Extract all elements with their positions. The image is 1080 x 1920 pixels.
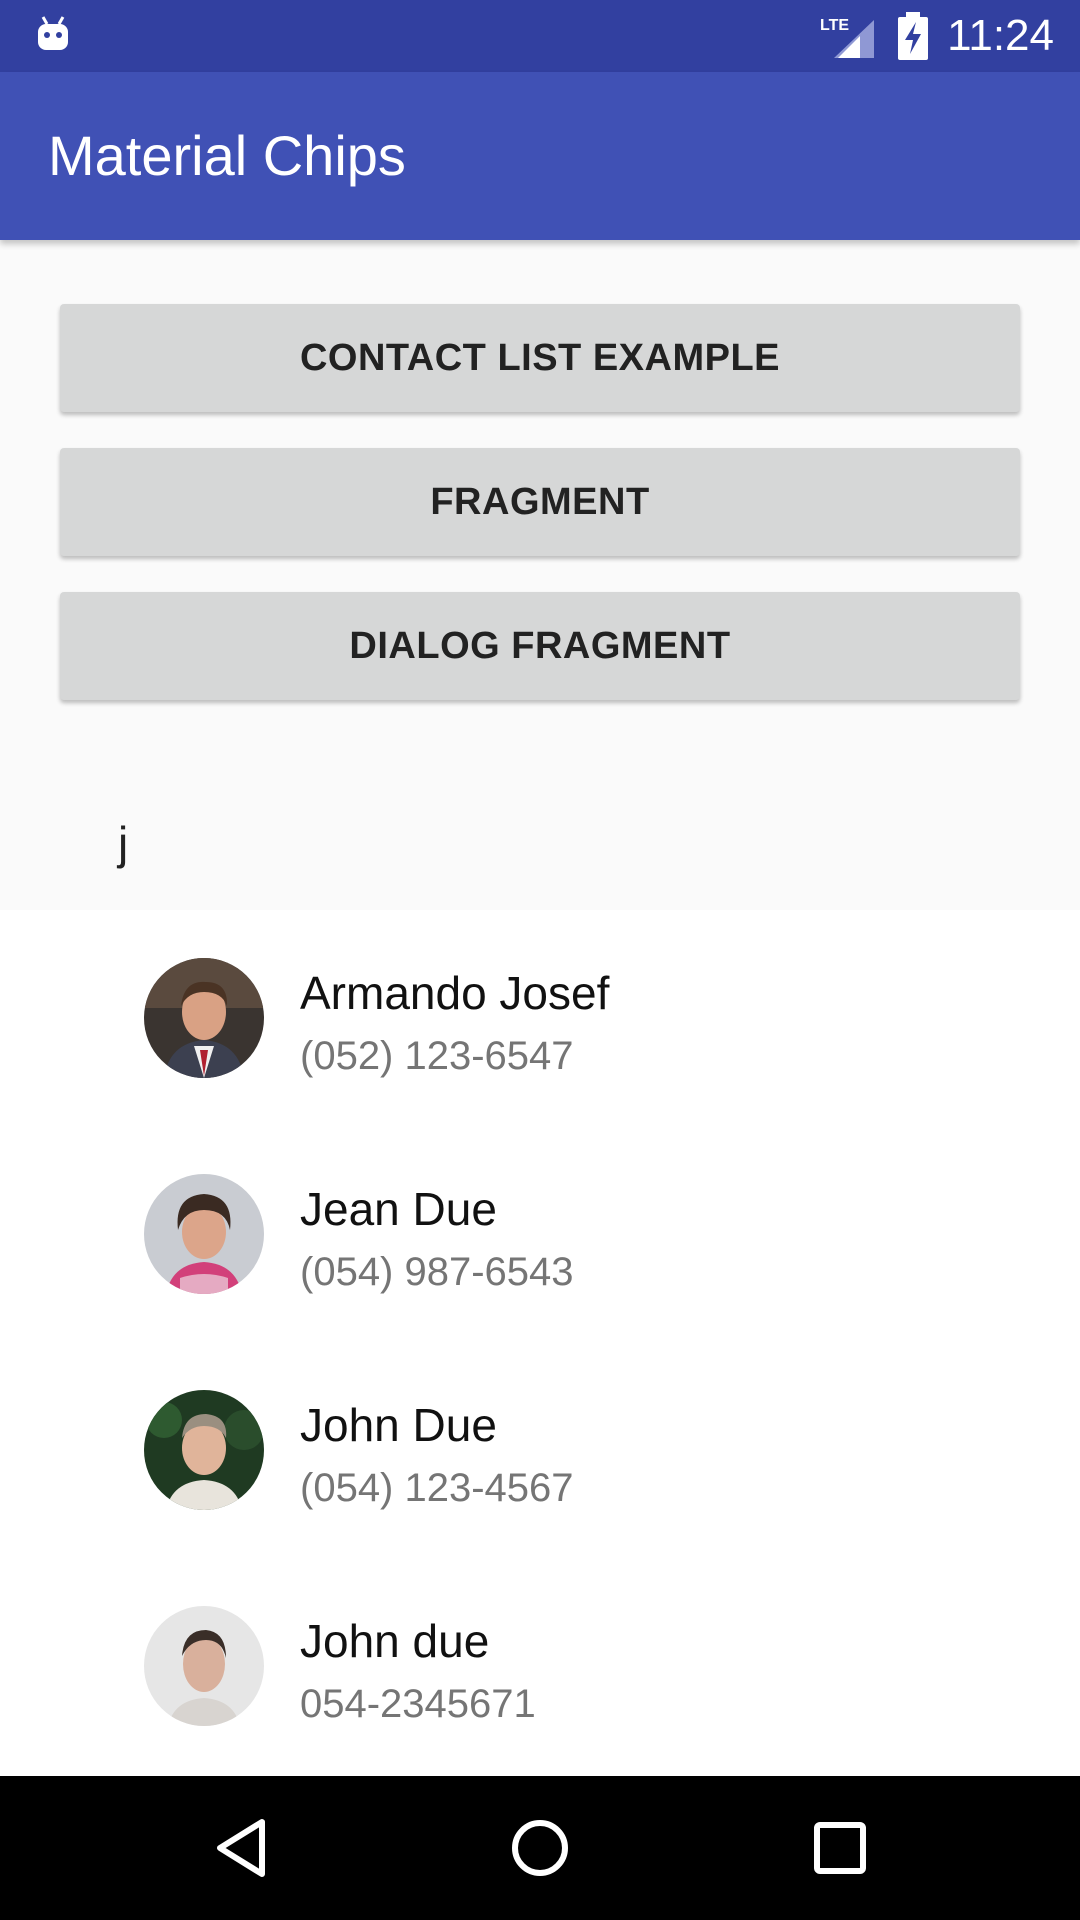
contact-name: Armando Josef <box>300 967 610 1019</box>
chips-input[interactable]: j <box>118 816 128 870</box>
contact-item[interactable]: John due 054-2345671 <box>0 1558 1080 1774</box>
avatar <box>144 958 264 1078</box>
recents-icon[interactable] <box>804 1812 876 1884</box>
app-title: Material Chips <box>48 124 406 187</box>
avatar <box>144 1174 264 1294</box>
contact-item[interactable]: Jean Due (054) 987-6543 <box>0 1126 1080 1342</box>
dialog-fragment-button[interactable]: DIALOG FRAGMENT <box>60 592 1020 700</box>
navigation-bar <box>0 1776 1080 1920</box>
contact-phone: (052) 123-6547 <box>300 1034 574 1078</box>
lte-signal-icon: LTE <box>820 17 874 58</box>
contact-suggestions-dropdown: Armando Josef (052) 123-6547 Jean Due (0… <box>0 910 1080 1776</box>
avatar <box>144 1390 264 1510</box>
contact-item[interactable]: John Due (054) 123-4567 <box>0 1342 1080 1558</box>
svg-text:LTE: LTE <box>820 17 849 34</box>
contact-list-example-button[interactable]: CONTACT LIST EXAMPLE <box>60 304 1020 412</box>
contact-phone: 054-2345671 <box>300 1682 536 1726</box>
contact-name: John due <box>300 1615 490 1667</box>
home-icon[interactable] <box>504 1812 576 1884</box>
back-icon[interactable] <box>206 1812 278 1884</box>
contact-phone: (054) 987-6543 <box>300 1250 574 1294</box>
battery-charging-icon <box>898 12 928 60</box>
contact-phone: (054) 123-4567 <box>300 1466 574 1510</box>
status-bar: LTE 11:24 <box>0 0 1080 72</box>
android-icon <box>38 16 68 50</box>
avatar <box>144 1606 264 1726</box>
fragment-button[interactable]: FRAGMENT <box>60 448 1020 556</box>
app-bar: Material Chips <box>0 72 1080 240</box>
contact-name: Jean Due <box>300 1183 497 1235</box>
status-clock: 11:24 <box>947 11 1054 60</box>
contact-item[interactable]: Armando Josef (052) 123-6547 <box>0 910 1080 1126</box>
contact-name: John Due <box>300 1399 497 1451</box>
